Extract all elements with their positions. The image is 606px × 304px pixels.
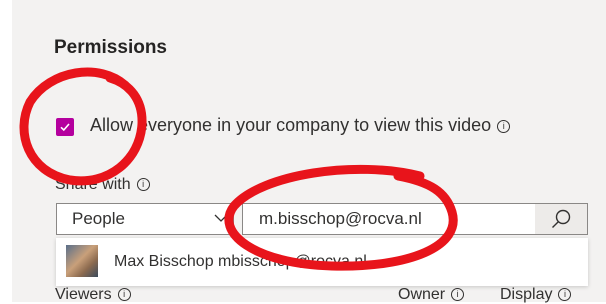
suggestion-text: Max Bisschop mbisschop@rocva.nl [114,253,367,271]
suggestion-name: Max Bisschop [114,253,214,270]
avatar [66,245,98,277]
info-icon[interactable]: i [117,288,131,302]
share-with-label: Share with i [55,176,150,194]
info-icon[interactable]: i [558,288,572,302]
checkmark-icon [60,123,70,132]
share-type-value: People [72,209,125,228]
info-icon[interactable]: i [136,178,150,192]
suggestion-email: mbisschop@rocva.nl [218,253,367,270]
allow-everyone-checkbox[interactable] [56,118,74,136]
section-title: Permissions [54,37,167,58]
people-suggestion-item[interactable]: Max Bisschop mbisschop@rocva.nl [56,238,588,286]
allow-everyone-label[interactable]: Allow everyone in your company to view t… [90,115,511,136]
info-icon[interactable]: i [497,119,511,133]
info-icon[interactable]: i [451,288,465,302]
search-icon [552,209,571,228]
column-viewers: Viewers i [55,286,131,304]
column-owner: Owner i [398,286,465,304]
share-type-dropdown[interactable]: People [56,203,234,235]
people-search-input[interactable] [259,208,529,230]
people-search-box[interactable] [242,203,588,235]
search-button[interactable] [535,204,587,234]
chevron-down-icon [214,214,228,222]
column-display: Display i [500,286,572,304]
